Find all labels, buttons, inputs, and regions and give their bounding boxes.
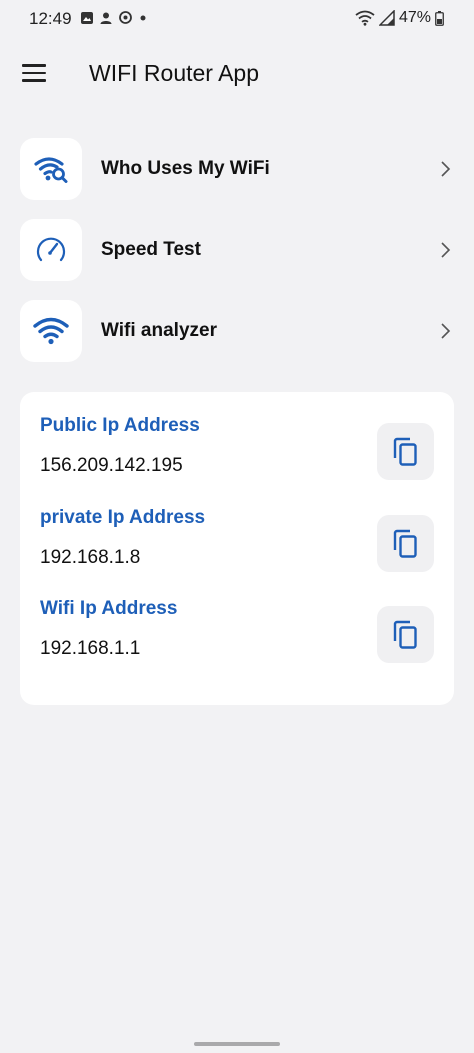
gesture-home-bar[interactable] [194, 1042, 280, 1046]
copy-icon [393, 620, 417, 649]
sync-icon [119, 11, 132, 24]
signal-icon [378, 10, 395, 26]
copy-icon [393, 437, 417, 466]
public-ip-value: 156.209.142.195 [40, 455, 183, 476]
chevron-right-icon [441, 242, 451, 258]
dot-icon [140, 15, 146, 20]
wifi-ip-label: Wifi Ip Address [40, 598, 178, 619]
public-ip-label: Public Ip Address [40, 415, 200, 436]
gallery-icon [81, 11, 93, 24]
hamburger-icon [22, 64, 46, 67]
status-bar: 12:49 47% [0, 0, 474, 38]
chevron-right-icon [441, 323, 451, 339]
wifi-search-icon [34, 157, 68, 183]
wifi-icon [33, 317, 69, 345]
app-screen: 12:49 47% WIFI Router App Who Uses My Wi… [0, 0, 474, 1053]
chevron-right-icon [441, 161, 451, 177]
menu-item-wifi-analyzer[interactable]: Wifi analyzer [20, 300, 456, 362]
system-status: 47% [355, 9, 444, 27]
person-icon [100, 12, 112, 24]
battery-icon [435, 10, 444, 26]
ip-address-card: Public Ip Address 156.209.142.195 privat… [20, 392, 454, 705]
status-time: 12:49 [29, 9, 72, 28]
copy-wifi-ip-button[interactable] [377, 606, 434, 663]
private-ip-block: private Ip Address 192.168.1.8 [40, 507, 434, 577]
private-ip-label: private Ip Address [40, 507, 206, 528]
copy-public-ip-button[interactable] [377, 423, 434, 480]
speedometer-icon [36, 237, 66, 262]
wifi-ip-block: Wifi Ip Address 192.168.1.1 [40, 598, 434, 668]
private-ip-value: 192.168.1.8 [40, 547, 141, 568]
wifi-ip-value: 192.168.1.1 [40, 638, 141, 659]
public-ip-block: Public Ip Address 156.209.142.195 [40, 415, 434, 485]
icon-tile [20, 138, 82, 200]
copy-private-ip-button[interactable] [377, 515, 434, 572]
app-bar: WIFI Router App [0, 50, 474, 100]
icon-tile [20, 300, 82, 362]
menu-item-label: Who Uses My WiFi [101, 158, 270, 179]
menu-item-who-uses-my-wifi[interactable]: Who Uses My WiFi [20, 138, 456, 200]
menu-item-label: Wifi analyzer [101, 320, 217, 341]
notification-icons [80, 10, 148, 25]
hamburger-menu-button[interactable] [22, 64, 46, 84]
wifi-icon [355, 10, 375, 26]
copy-icon [393, 529, 417, 558]
page-title: WIFI Router App [89, 60, 260, 86]
menu-item-label: Speed Test [101, 239, 201, 260]
menu-item-speed-test[interactable]: Speed Test [20, 219, 456, 281]
icon-tile [20, 219, 82, 281]
battery-percent: 47% [398, 9, 431, 26]
